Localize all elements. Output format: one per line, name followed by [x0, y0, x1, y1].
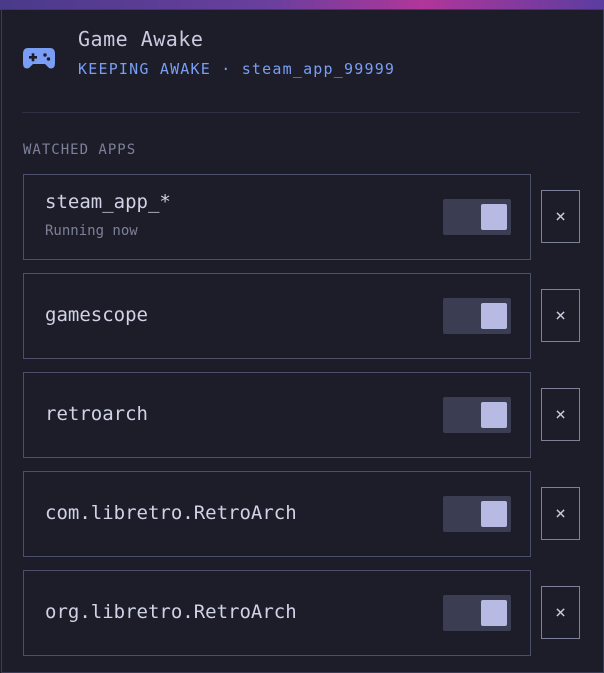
toggle-knob: [481, 303, 507, 329]
watched-app-name: com.libretro.RetroArch: [45, 502, 297, 524]
close-icon: ×: [555, 602, 566, 623]
remove-app-button[interactable]: ×: [541, 586, 580, 639]
header: Game Awake KEEPING AWAKE · steam_app_999…: [22, 27, 582, 87]
watched-app-name: steam_app_*: [45, 191, 171, 213]
watched-app-toggle[interactable]: [443, 199, 511, 235]
toggle-knob: [481, 600, 507, 626]
watched-app-toggle[interactable]: [443, 496, 511, 532]
watched-app-toggle[interactable]: [443, 595, 511, 631]
header-divider: [22, 112, 580, 113]
watched-app-name: gamescope: [45, 304, 148, 326]
watched-app-name: retroarch: [45, 403, 148, 425]
toggle-knob: [481, 501, 507, 527]
watched-app-toggle[interactable]: [443, 298, 511, 334]
remove-app-button[interactable]: ×: [541, 487, 580, 540]
watched-app-name: org.libretro.RetroArch: [45, 601, 297, 623]
watched-app-row: com.libretro.RetroArch: [23, 471, 531, 557]
close-icon: ×: [555, 503, 566, 524]
toggle-knob: [481, 402, 507, 428]
remove-app-button[interactable]: ×: [541, 289, 580, 342]
remove-app-button[interactable]: ×: [541, 190, 580, 243]
watched-app-row: steam_app_* Running now: [23, 174, 531, 260]
remove-app-button[interactable]: ×: [541, 388, 580, 441]
watched-app-status: Running now: [45, 223, 138, 239]
section-label-watched-apps: WATCHED APPS: [23, 142, 137, 158]
app-title: Game Awake: [78, 27, 204, 51]
keeping-awake-status: KEEPING AWAKE · steam_app_99999: [78, 60, 396, 78]
watched-app-row: retroarch: [23, 372, 531, 458]
watched-app-toggle[interactable]: [443, 397, 511, 433]
close-icon: ×: [555, 206, 566, 227]
watched-app-row: gamescope: [23, 273, 531, 359]
watched-app-row: org.libretro.RetroArch: [23, 570, 531, 656]
close-icon: ×: [555, 404, 566, 425]
toggle-knob: [481, 204, 507, 230]
gamepad-icon: [23, 48, 55, 69]
close-icon: ×: [555, 305, 566, 326]
